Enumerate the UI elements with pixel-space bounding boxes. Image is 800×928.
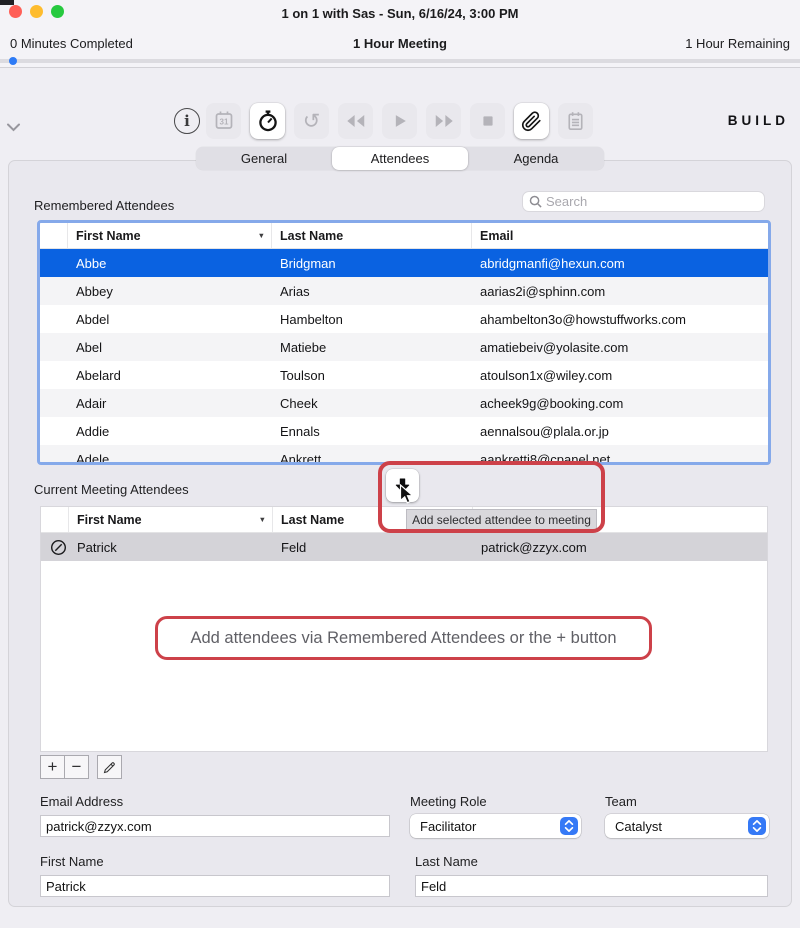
time-remaining-label: 1 Hour Remaining — [685, 36, 790, 51]
table-header: First Name ▼ Last Name Email — [40, 223, 768, 249]
meeting-progress-indicator — [9, 57, 17, 65]
meeting-role-label: Meeting Role — [410, 794, 487, 809]
table-row[interactable]: Patrick Feld patrick@zzyx.com — [41, 533, 767, 561]
pencil-icon — [102, 760, 117, 775]
minus-icon: − — [72, 757, 82, 777]
last-name-column-header[interactable]: Last Name — [272, 223, 472, 248]
search-icon — [529, 195, 542, 208]
table-row[interactable]: Adair Cheek acheek9g@booking.com — [40, 389, 768, 417]
remove-attendee-button[interactable]: − — [64, 755, 89, 779]
brand-logo: BUILD — [728, 113, 789, 128]
app-window: 1 on 1 with Sas - Sun, 6/16/24, 3:00 PM … — [0, 0, 800, 928]
screen-corner — [0, 0, 14, 5]
attendee-edit-buttons: + − — [40, 755, 122, 779]
play-icon — [390, 111, 410, 131]
sort-descending-icon: ▼ — [259, 515, 266, 524]
fast-forward-icon — [433, 110, 455, 132]
chevron-down-icon[interactable] — [6, 120, 21, 138]
sort-descending-icon: ▼ — [258, 231, 265, 240]
table-row[interactable]: Abdel Hambelton ahambelton3o@howstuffwor… — [40, 305, 768, 333]
team-select[interactable]: Catalyst — [605, 814, 769, 838]
first-name-column-header[interactable]: First Name ▼ — [68, 223, 272, 248]
timer-button[interactable] — [250, 103, 285, 139]
remembered-attendees-label: Remembered Attendees — [34, 198, 174, 213]
svg-text:31: 31 — [219, 118, 228, 127]
table-header: First Name ▼ Last Name Email — [41, 507, 767, 533]
last-name-label: Last Name — [415, 854, 478, 869]
team-label: Team — [605, 794, 637, 809]
add-selected-attendee-button[interactable] — [386, 469, 419, 502]
popup-stepper-icon — [748, 817, 766, 835]
add-attendee-button[interactable]: + — [40, 755, 65, 779]
icon-column-header — [41, 507, 69, 532]
meeting-progress-header: 0 Minutes Completed 1 Hour Meeting 1 Hou… — [0, 27, 800, 68]
email-address-label: Email Address — [40, 794, 123, 809]
edit-attendee-button[interactable] — [97, 755, 122, 779]
meeting-duration-label: 1 Hour Meeting — [0, 36, 800, 51]
editing-status-icon — [41, 539, 69, 556]
notes-button[interactable] — [558, 103, 593, 139]
table-row[interactable]: Adele Ankrett aankretti8@cpanel.net — [40, 445, 768, 465]
current-attendees-label: Current Meeting Attendees — [34, 482, 189, 497]
reset-icon: ↺ — [303, 111, 321, 132]
remembered-attendees-table: First Name ▼ Last Name Email Abbe Bridgm… — [37, 220, 771, 465]
tab-agenda[interactable]: Agenda — [468, 147, 604, 170]
stop-icon — [478, 111, 498, 131]
rewind-icon — [345, 110, 367, 132]
table-row[interactable]: Addie Ennals aennalsou@plala.or.jp — [40, 417, 768, 445]
icon-column-header — [40, 223, 68, 248]
search-field[interactable] — [522, 191, 765, 212]
table-row[interactable]: Abbe Bridgman abridgmanfi@hexun.com — [40, 249, 768, 277]
reset-timer-button[interactable]: ↺ — [294, 103, 329, 139]
title-bar: 1 on 1 with Sas - Sun, 6/16/24, 3:00 PM — [0, 0, 800, 27]
plus-icon: + — [48, 757, 58, 777]
email-column-header[interactable]: Email — [472, 223, 768, 248]
last-name-field[interactable] — [415, 875, 768, 897]
popup-stepper-icon — [560, 817, 578, 835]
rewind-button[interactable] — [338, 103, 373, 139]
notes-icon — [564, 110, 587, 133]
window-title: 1 on 1 with Sas - Sun, 6/16/24, 3:00 PM — [0, 0, 800, 27]
first-name-column-header[interactable]: First Name ▼ — [69, 507, 273, 532]
tab-bar: General Attendees Agenda — [196, 147, 604, 170]
play-button[interactable] — [382, 103, 417, 139]
meeting-progress-bar — [0, 59, 800, 63]
fast-forward-button[interactable] — [426, 103, 461, 139]
toolbar: 31 ↺ — [206, 103, 593, 139]
calendar-31-icon: 31 — [212, 109, 236, 133]
empty-table-hint: Add attendees via Remembered Attendees o… — [155, 616, 652, 660]
stop-button[interactable] — [470, 103, 505, 139]
info-icon: i — [184, 112, 190, 130]
email-address-field[interactable] — [40, 815, 390, 837]
tooltip: Add selected attendee to meeting — [406, 509, 597, 531]
arrow-down-icon — [392, 475, 413, 496]
first-name-field[interactable] — [40, 875, 390, 897]
table-row[interactable]: Abbey Arias aarias2i@sphinn.com — [40, 277, 768, 305]
search-input[interactable] — [546, 194, 758, 209]
table-row[interactable]: Abel Matiebe amatiebeiv@yolasite.com — [40, 333, 768, 361]
first-name-label: First Name — [40, 854, 104, 869]
tab-general[interactable]: General — [196, 147, 332, 170]
meeting-role-select[interactable]: Facilitator — [410, 814, 581, 838]
timer-icon — [256, 109, 280, 133]
attachment-button[interactable] — [514, 103, 549, 139]
info-button[interactable]: i — [174, 108, 200, 134]
paperclip-icon — [521, 111, 542, 132]
tab-attendees[interactable]: Attendees — [332, 147, 468, 170]
calendar-button[interactable]: 31 — [206, 103, 241, 139]
table-row[interactable]: Abelard Toulson atoulson1x@wiley.com — [40, 361, 768, 389]
